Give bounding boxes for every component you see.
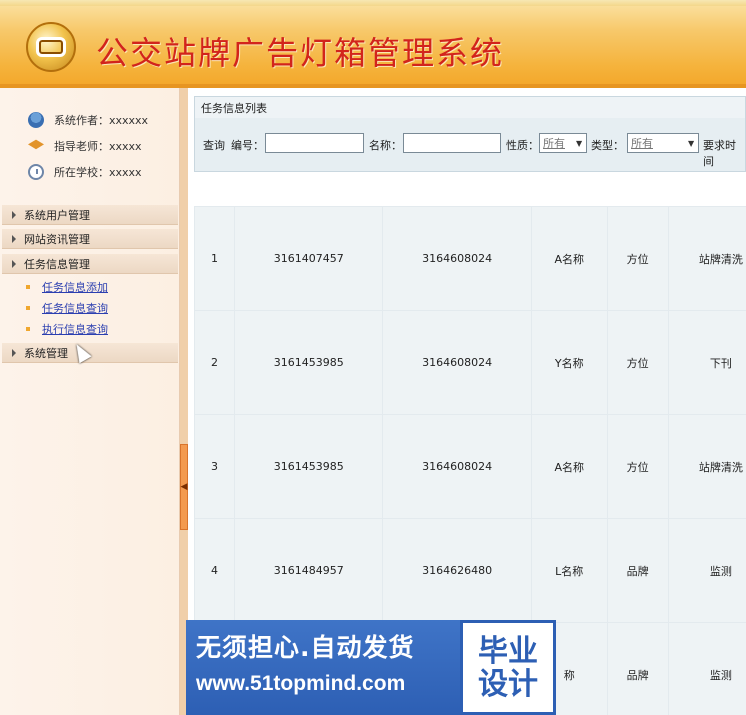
table-cell: 3161484957 <box>233 518 384 623</box>
school-label: 所在学校：xxxxx <box>54 166 142 179</box>
author-info: 系统作者：xxxxxx <box>28 111 148 129</box>
table-cell: 3164608024 <box>382 310 532 415</box>
menu-label: 系统管理 <box>24 346 68 360</box>
sub-label: 任务信息查询 <box>42 302 108 315</box>
app-title: 公交站牌广告灯箱管理系统 <box>96 34 505 72</box>
table-cell: Y名称 <box>530 310 608 415</box>
table-cell: 下刊 <box>667 310 746 415</box>
table-cell: 站牌清洗 <box>667 414 746 519</box>
menu-task-info[interactable]: 任务信息管理 <box>2 254 178 274</box>
table-cell: 方位 <box>606 206 669 311</box>
filter-bar: 查询 编号： 名称： 性质： 所有 ▼ 类型： 所有 ▼ 要求时间 <box>194 118 746 172</box>
sub-label: 执行信息查询 <box>42 323 108 336</box>
nature-select[interactable]: 所有 ▼ <box>539 133 587 153</box>
header-topline <box>0 0 746 6</box>
app-logo-icon <box>26 22 76 72</box>
bullet-icon <box>26 327 30 331</box>
bullet-icon <box>26 285 30 289</box>
school-info: 所在学校：xxxxx <box>28 163 142 181</box>
table-cell: 3161453985 <box>233 310 384 415</box>
author-label: 系统作者：xxxxxx <box>54 114 149 127</box>
table-cell: 1 <box>194 206 235 311</box>
menu-label: 网站资讯管理 <box>24 232 90 246</box>
arrow-right-icon <box>12 259 16 268</box>
type-select[interactable]: 所有 ▼ <box>627 133 699 153</box>
watermark-badge: 毕业 设计 <box>460 620 556 715</box>
dropdown-arrow-icon: ▼ <box>688 138 695 148</box>
table-cell: 品牌 <box>606 518 669 623</box>
table-cell: 3161453985 <box>233 414 384 519</box>
hat-icon <box>28 139 44 150</box>
name-input[interactable] <box>403 133 501 153</box>
table-cell: A名称 <box>530 414 608 519</box>
number-label: 编号： <box>231 139 264 152</box>
arrow-right-icon <box>12 210 16 219</box>
menu-label: 任务信息管理 <box>24 257 90 271</box>
table-cell: 监测 <box>667 622 746 715</box>
table-cell: 站牌清洗 <box>667 206 746 311</box>
dropdown-arrow-icon: ▼ <box>576 138 583 148</box>
table-row[interactable]: 3 3161453985 3164608024 A名称 方位 站牌清洗 <box>194 414 746 519</box>
type-label: 类型： <box>591 139 624 152</box>
arrow-right-icon <box>12 234 16 243</box>
table-row[interactable]: 2 3161453985 3164608024 Y名称 方位 下刊 <box>194 310 746 415</box>
table-cell: 方位 <box>606 414 669 519</box>
menu-system-users[interactable]: 系统用户管理 <box>2 205 178 225</box>
badge-line1: 毕业 <box>478 633 538 669</box>
sub-label: 任务信息添加 <box>42 281 108 294</box>
table-cell: 3164608024 <box>382 414 532 519</box>
table-row[interactable]: 1 3161407457 3164608024 A名称 方位 站牌清洗 <box>194 206 746 311</box>
table-row[interactable]: 4 3161484957 3164626480 L名称 品牌 监测 <box>194 518 746 623</box>
table-cell: 品牌 <box>606 622 669 715</box>
arrow-right-icon <box>12 348 16 357</box>
app-header: 公交站牌广告灯箱管理系统 <box>0 0 746 88</box>
nature-label: 性质： <box>506 139 539 152</box>
time-label: 要求时间 <box>703 139 736 168</box>
table-cell: 方位 <box>606 310 669 415</box>
teacher-info: 指导老师：xxxxx <box>28 137 142 155</box>
table-cell: 4 <box>194 518 235 623</box>
type-value: 所有 <box>631 137 653 150</box>
watermark-banner: 无须担心.自动发货 www.51topmind.com 毕业 设计 <box>186 620 568 715</box>
table-cell: 3164608024 <box>382 206 532 311</box>
sub-exec-query[interactable]: 执行信息查询 <box>26 321 108 337</box>
table-cell: A名称 <box>530 206 608 311</box>
table-cell: 3164626480 <box>382 518 532 623</box>
menu-site-news[interactable]: 网站资讯管理 <box>2 229 178 249</box>
sidebar: 系统作者：xxxxxx 指导老师：xxxxx 所在学校：xxxxx 系统用户管理… <box>0 88 180 715</box>
sub-task-add[interactable]: 任务信息添加 <box>26 279 108 295</box>
number-input[interactable] <box>265 133 364 153</box>
panel-title: 任务信息列表 <box>194 96 746 118</box>
menu-label: 系统用户管理 <box>24 208 90 222</box>
table-cell: L名称 <box>530 518 608 623</box>
table-cell: 监测 <box>667 518 746 623</box>
nature-value: 所有 <box>543 137 565 150</box>
bullet-icon <box>26 306 30 310</box>
teacher-label: 指导老师：xxxxx <box>54 140 142 153</box>
table-cell: 3161407457 <box>233 206 384 311</box>
collapse-handle[interactable]: ◀ <box>180 444 188 530</box>
person-icon <box>28 112 44 128</box>
name-label: 名称： <box>369 139 402 152</box>
clock-icon <box>28 164 44 180</box>
badge-line2: 设计 <box>478 666 538 702</box>
query-label: 查询 <box>203 139 225 152</box>
watermark-text-block: 无须担心.自动发货 www.51topmind.com <box>186 620 460 715</box>
table-cell: 3 <box>194 414 235 519</box>
chevron-left-icon: ◀ <box>180 482 188 492</box>
sub-task-query[interactable]: 任务信息查询 <box>26 300 108 316</box>
watermark-url: www.51topmind.com <box>196 672 406 695</box>
table-cell: 2 <box>194 310 235 415</box>
watermark-slogan: 无须担心.自动发货 <box>196 633 415 662</box>
